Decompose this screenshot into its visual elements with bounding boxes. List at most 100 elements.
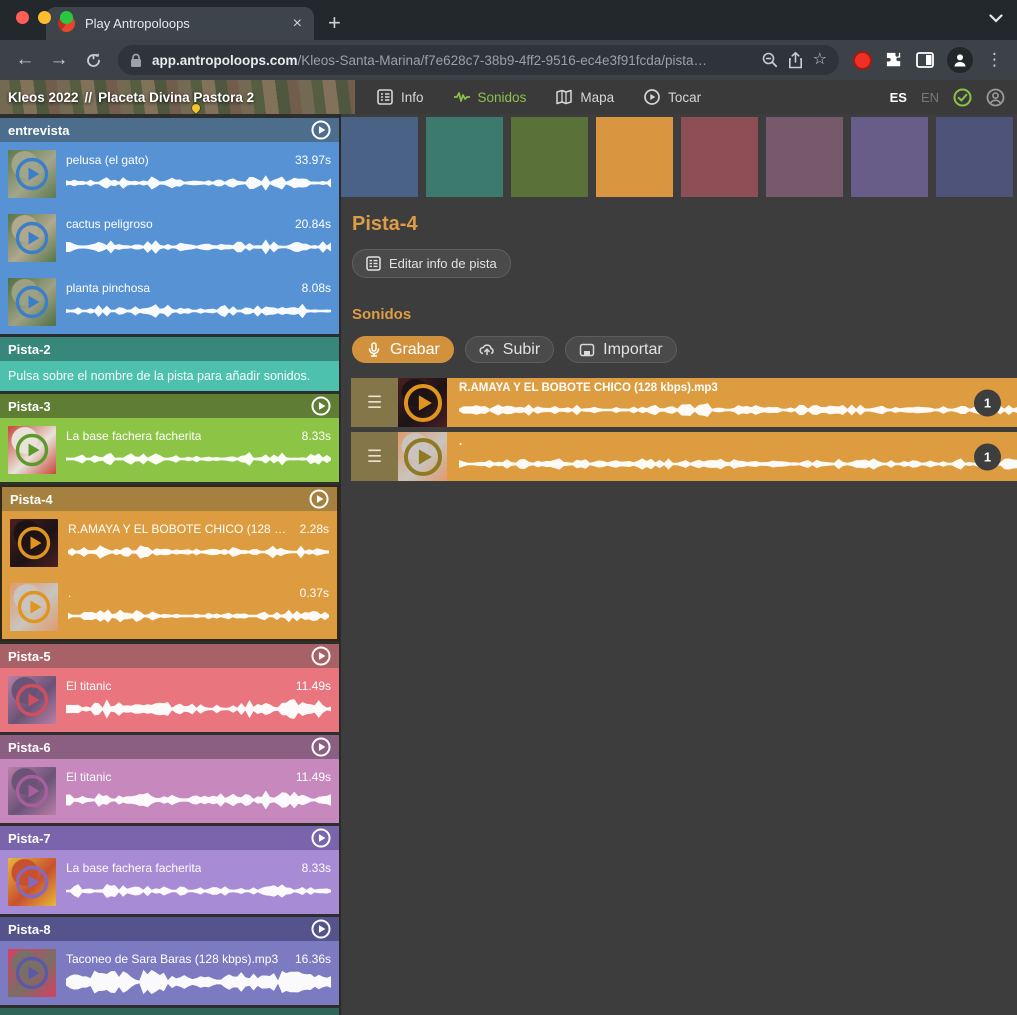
extensions-puzzle-icon[interactable] [885,51,903,69]
clip-row[interactable]: Taconeo de Sara Baras (128 kbps).mp316.3… [0,941,339,1005]
clip-row[interactable]: La base fachera facherita8.33s [0,850,339,914]
clip-play-overlay[interactable] [8,150,56,198]
play-circle-icon[interactable] [311,396,331,416]
clip-thumbnail[interactable] [8,767,56,815]
bookmark-star-icon[interactable]: ☆ [813,52,827,68]
track-swatch-5[interactable] [681,117,758,197]
clip-play-overlay[interactable] [8,214,56,262]
track-header-pista-8[interactable]: Pista-8 [0,917,339,941]
track-header-pista-3[interactable]: Pista-3 [0,394,339,418]
nav-mapa[interactable]: Mapa [556,89,614,105]
new-tab-button[interactable]: + [328,12,341,34]
play-circle-icon[interactable] [15,157,49,191]
edit-track-info-button[interactable]: Editar info de pista [352,249,511,278]
sound-play-overlay[interactable] [398,432,447,481]
back-button[interactable]: ← [10,45,40,75]
play-circle-icon[interactable] [15,774,49,808]
browser-tab[interactable]: Play Antropoloops × [46,7,314,40]
share-icon[interactable] [788,52,803,69]
importar-button[interactable]: Importar [565,336,677,363]
nav-sonidos[interactable]: Sonidos [454,89,527,105]
track-swatch-6[interactable] [766,117,843,197]
track-header-pista-5[interactable]: Pista-5 [0,644,339,668]
clip-thumbnail[interactable] [8,278,56,326]
play-circle-icon[interactable] [15,221,49,255]
clip-thumbnail[interactable] [10,583,58,631]
drag-handle-icon[interactable]: ☰ [351,432,398,481]
sound-row[interactable]: ☰ R.AMAYA Y EL BOBOTE CHICO (128 kbps).mp… [351,378,1017,427]
clip-play-overlay[interactable] [10,519,58,567]
sound-body[interactable]: R.AMAYA Y EL BOBOTE CHICO (128 kbps).mp3… [447,378,1017,427]
track-swatch-7[interactable] [851,117,928,197]
track-swatch-3[interactable] [511,117,588,197]
sound-thumbnail[interactable] [398,432,447,481]
clip-row[interactable]: .0.37s [2,575,337,639]
play-circle-icon[interactable] [403,383,443,423]
forward-button[interactable]: → [44,45,74,75]
sound-play-overlay[interactable] [398,378,447,427]
play-circle-icon[interactable] [15,865,49,899]
side-panel-icon[interactable] [916,52,934,68]
clip-thumbnail[interactable] [8,150,56,198]
clip-row[interactable]: R.AMAYA Y EL BOBOTE CHICO (128 kbps)....… [2,511,337,575]
nav-info[interactable]: Info [377,89,424,105]
clip-thumbnail[interactable] [8,949,56,997]
zoom-window-button[interactable] [60,11,73,24]
clip-row[interactable]: El titanic11.49s [0,668,339,732]
subir-button[interactable]: Subir [465,336,554,363]
track-header-entrevista[interactable]: entrevista [0,118,339,142]
track-header-pista-2[interactable]: Pista-2 [0,337,339,361]
grabar-button[interactable]: Grabar [352,336,454,363]
play-circle-icon[interactable] [311,646,331,666]
breadcrumb-project[interactable]: Kleos 2022 [8,90,79,105]
profile-avatar[interactable] [947,47,973,73]
breadcrumb-piece[interactable]: Placeta Divina Pastora 2 [98,90,254,105]
check-circle-icon[interactable] [953,88,972,107]
play-circle-icon[interactable] [311,120,331,140]
account-icon[interactable] [986,88,1005,107]
clip-row[interactable]: planta pinchosa8.08s [0,270,339,334]
play-circle-icon[interactable] [17,526,51,560]
breadcrumb[interactable]: Kleos 2022 // Placeta Divina Pastora 2 [0,80,355,114]
play-circle-icon[interactable] [17,590,51,624]
clip-play-overlay[interactable] [10,583,58,631]
nav-tocar[interactable]: Tocar [644,89,701,105]
track-header-pista-7[interactable]: Pista-7 [0,826,339,850]
track-header-pista-4[interactable]: Pista-4 [2,487,337,511]
reload-button[interactable] [78,45,108,75]
play-circle-icon[interactable] [311,919,331,939]
clip-play-overlay[interactable] [8,676,56,724]
sound-row[interactable]: ☰ .1 [351,432,1017,481]
play-circle-icon[interactable] [15,285,49,319]
clip-row[interactable]: pelusa (el gato)33.97s [0,142,339,206]
track-swatch-4-selected[interactable] [596,117,673,197]
play-circle-icon[interactable] [15,956,49,990]
tab-search-chevron-icon[interactable] [989,14,1003,23]
lang-en-button[interactable]: EN [921,90,939,105]
browser-menu-icon[interactable]: ⋮ [986,50,1003,70]
play-circle-icon[interactable] [403,437,443,477]
clip-thumbnail[interactable] [8,858,56,906]
clip-play-overlay[interactable] [8,767,56,815]
minimize-window-button[interactable] [38,11,51,24]
play-circle-icon[interactable] [15,433,49,467]
zoom-out-icon[interactable] [762,52,778,68]
clip-thumbnail[interactable] [8,426,56,474]
clip-play-overlay[interactable] [8,278,56,326]
clip-row[interactable]: La base fachera facherita8.33s [0,418,339,482]
drag-handle-icon[interactable]: ☰ [351,378,398,427]
clip-thumbnail[interactable] [10,519,58,567]
screen-record-icon[interactable] [853,51,872,70]
clip-play-overlay[interactable] [8,949,56,997]
clip-play-overlay[interactable] [8,858,56,906]
play-circle-icon[interactable] [15,683,49,717]
sound-body[interactable]: .1 [447,432,1017,481]
clip-thumbnail[interactable] [8,676,56,724]
clip-row[interactable]: cactus peligroso20.84s [0,206,339,270]
address-bar[interactable]: app.antropoloops.com/Kleos-Santa-Marina/… [118,45,839,75]
play-circle-icon[interactable] [309,489,329,509]
track-swatch-1[interactable] [341,117,418,197]
track-swatch-8[interactable] [936,117,1013,197]
track-header-pista-6[interactable]: Pista-6 [0,735,339,759]
lang-es-button[interactable]: ES [890,90,907,105]
